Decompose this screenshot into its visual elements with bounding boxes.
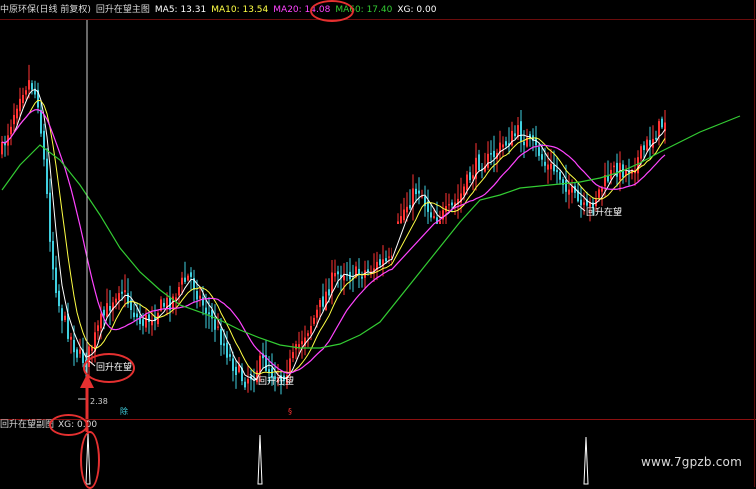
panel-divider	[0, 419, 756, 420]
main-legend: 中原环保(日线 前复权) 回升在望主图 MA5: 13.31 MA10: 13.54 M…	[0, 2, 441, 18]
ma10-readout: MA10: 13.54	[211, 5, 269, 15]
xg-readout: XG: 0.00	[397, 5, 437, 15]
price-chart: 2.38回升在望回升在望回升在望除 §	[1, 20, 754, 485]
mask-block-top	[392, 20, 754, 110]
event-marker: §	[288, 407, 292, 416]
ma5-readout: MA5: 13.31	[154, 5, 207, 15]
main-chart-name: 回升在望主图	[95, 5, 150, 15]
sub-chart-name: 回升在望副图	[0, 420, 55, 430]
xg-spike	[583, 436, 589, 485]
mask-block	[392, 224, 754, 418]
xg-spike	[257, 434, 263, 485]
ex-dividend-marker: 除	[120, 406, 128, 416]
watermark: www.7gpzb.com	[641, 455, 742, 469]
top-divider	[0, 19, 756, 20]
chart-canvas: 2.38 回升在望 回升在望 回升在望除 § 中原环保(日线 前复权) 回升在望主图 MA5…	[0, 0, 756, 489]
highlight-signal-ellipse	[83, 353, 135, 383]
low-price-label: 2.38	[90, 397, 108, 406]
stock-name: 中原环保(日线 前复权)	[0, 5, 91, 15]
highlight-sub-xg-ellipse	[49, 414, 88, 436]
highlight-spike-ellipse	[80, 431, 100, 489]
signal-label: 回升在望	[586, 206, 622, 218]
right-divider	[754, 0, 755, 487]
signal-label: 回升在望	[258, 375, 294, 387]
highlight-xg-ellipse	[310, 0, 354, 22]
